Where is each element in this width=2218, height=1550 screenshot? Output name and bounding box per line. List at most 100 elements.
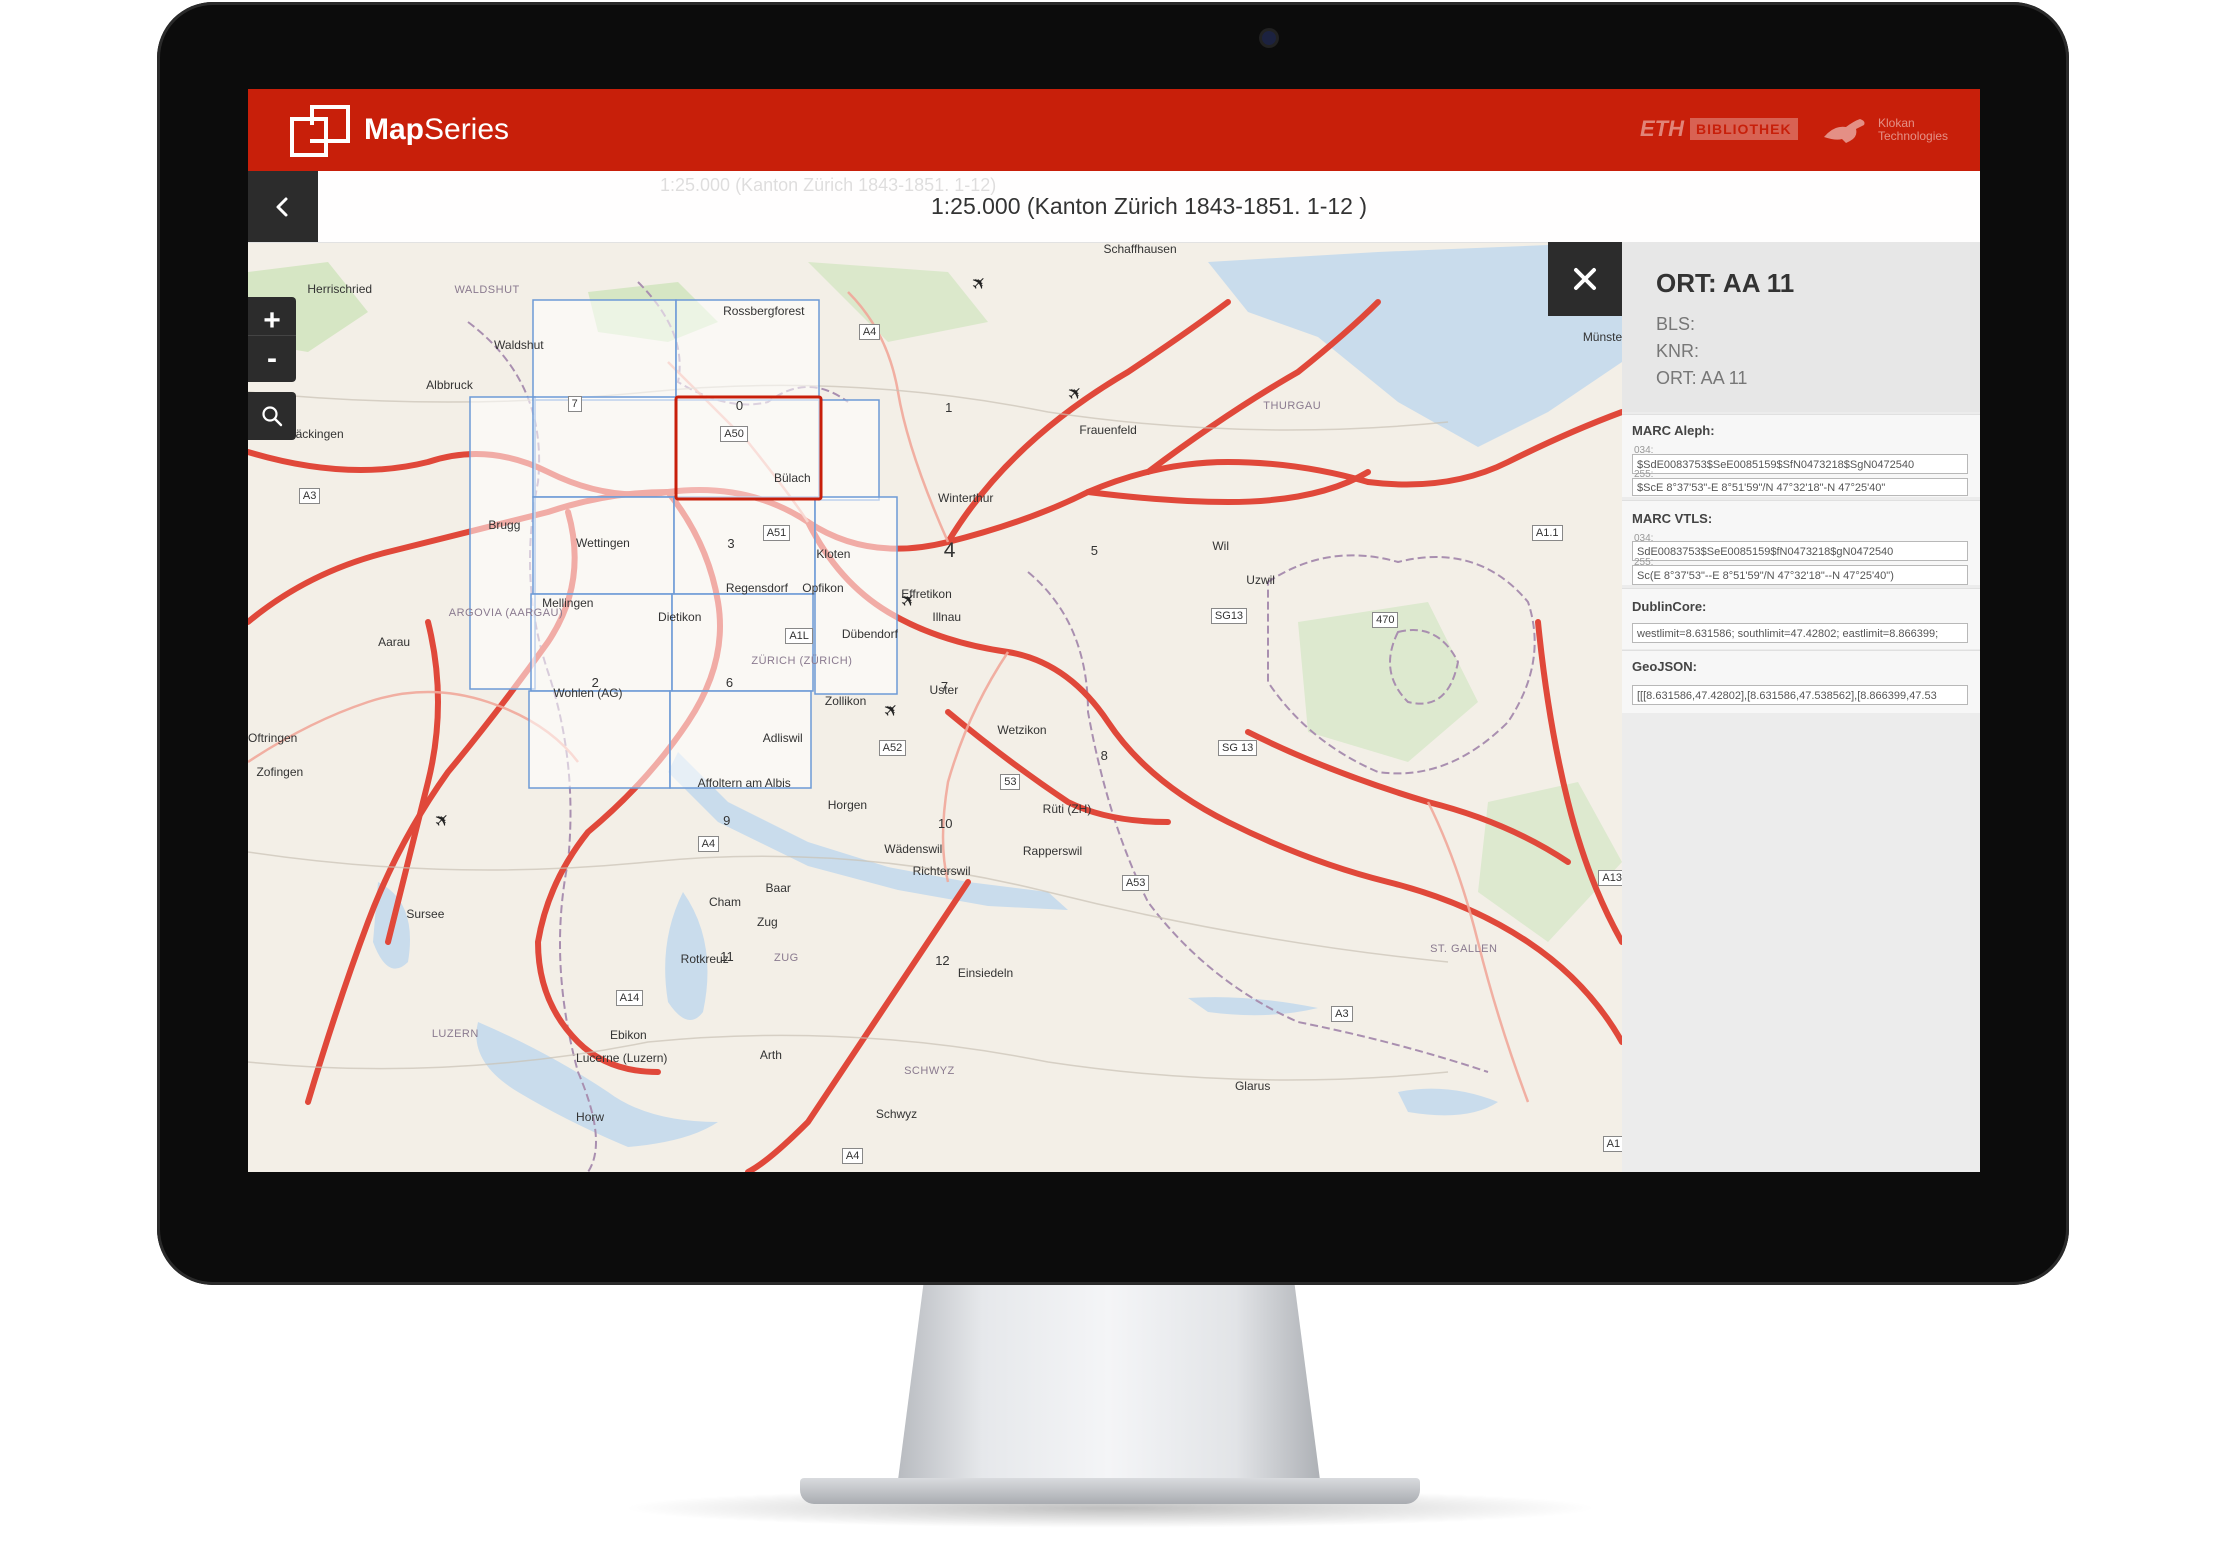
place-label: Opfikon <box>802 581 844 596</box>
sheet-2-frame <box>469 396 536 690</box>
place-label: ST. GALLEN <box>1430 943 1498 956</box>
place-label: Baar <box>765 881 791 896</box>
road-shield: A4 <box>697 835 720 852</box>
zoom-out-button[interactable]: - <box>248 335 296 382</box>
road-shield: A53 <box>1121 875 1150 892</box>
place-label: Uzwil <box>1246 572 1275 587</box>
place-label: Dübendorf <box>841 626 898 641</box>
place-label: ZUG <box>774 951 799 964</box>
sheet-6-label[interactable]: 6 <box>726 675 733 690</box>
meta-bls: BLS: <box>1656 314 1696 334</box>
sheet-9-label[interactable]: 9 <box>723 813 730 828</box>
sheet-12-label[interactable]: 12 <box>935 953 949 968</box>
map-viewport[interactable]: 0123456789101112 SchaffhausenMeersburgHe… <box>248 242 1622 1172</box>
close-icon <box>1574 268 1596 290</box>
klokan-line-2: Technologies <box>1878 129 1949 143</box>
place-label: Wädenswil <box>884 841 943 856</box>
place-label: Zofingen <box>256 765 304 780</box>
geojson-section: GeoJSON: [[[8.631586,47.42802],[8.631586… <box>1622 650 1980 713</box>
geojson-field[interactable]: [[[8.631586,47.42802],[8.631586,47.53856… <box>1632 685 1968 705</box>
place-label: Sursee <box>406 906 445 921</box>
place-label: Glarus <box>1234 1079 1271 1094</box>
place-label: Frauenfeld <box>1079 422 1137 437</box>
dublin-core-label: DublinCore: <box>1632 599 1707 614</box>
place-label: LUZERN <box>431 1028 479 1041</box>
sheet-0-frame <box>532 299 677 401</box>
detail-panel: ORT: AA 11 BLS: KNR: ORT: AA 11 MARC Ale… <box>1622 242 1980 1172</box>
sheet-5-label[interactable]: 5 <box>1091 543 1098 558</box>
panel-header: ORT: AA 11 BLS: KNR: ORT: AA 11 <box>1622 242 1980 412</box>
monitor-mockup: 0123456789101112 SchaffhausenMeersburgHe… <box>0 0 2218 1550</box>
road-shield: A4 <box>858 324 881 340</box>
place-label: Mellingen <box>542 595 594 610</box>
app-logo[interactable]: MapSeries <box>364 111 509 149</box>
place-label: Herrischried <box>307 281 373 296</box>
eth-library-logo[interactable]: ETH BIBLIOTHEK <box>1640 116 1798 141</box>
app-header: MapSeries ETH BIBLIOTHEK Klokan Technologi… <box>248 89 1980 171</box>
sheet-3-label[interactable]: 3 <box>727 536 734 551</box>
sheet-4-label[interactable]: 4 <box>944 539 956 563</box>
place-label: Adliswil <box>762 731 803 746</box>
sheet-11-frame <box>528 690 671 789</box>
monitor-stand-base <box>800 1478 1420 1504</box>
marc-vtls-255-field[interactable]: Sc(E 8°37'53"--E 8°51'59"/N 47°32'18"--N… <box>1632 565 1968 585</box>
place-label: Einsiedeln <box>957 965 1014 980</box>
search-icon <box>262 406 283 427</box>
road-shield: A1.1 <box>1531 524 1563 541</box>
logo-text-bold: Map <box>364 113 424 146</box>
road-shield: A3 <box>298 488 321 505</box>
dublin-core-field[interactable]: westlimit=8.631586; southlimit=47.42802;… <box>1632 623 1968 643</box>
place-label: Wil <box>1212 538 1230 553</box>
title-bar: 1:25.000 (Kanton Zürich 1843-1851. 1-12)… <box>248 171 1980 243</box>
place-label: Brugg <box>488 517 521 532</box>
place-label: Bülach <box>774 471 811 486</box>
search-button[interactable] <box>248 392 296 440</box>
sheet-10-label[interactable]: 10 <box>938 816 952 831</box>
panel-title: ORT: AA 11 <box>1656 268 1795 298</box>
place-label: Albbruck <box>426 377 473 392</box>
sheet-7-frame <box>673 496 816 595</box>
place-label: Zug <box>757 915 778 930</box>
road-shield: A4 <box>841 1148 864 1165</box>
back-button[interactable] <box>248 171 318 242</box>
place-label: Dietikon <box>658 609 702 624</box>
place-label: Rüti (ZH) <box>1042 801 1092 816</box>
place-label: Lucerne (Luzern) <box>576 1050 668 1065</box>
camera-icon <box>1262 31 1276 45</box>
sheet-0-label[interactable]: 0 <box>736 398 743 413</box>
place-label: Waldshut <box>494 338 544 353</box>
marc-aleph-255-field[interactable]: $ScE 8°37'53"-E 8°51'59"/N 47°32'18"-N 4… <box>1632 478 1968 496</box>
place-label: Zollikon <box>824 694 867 709</box>
place-label: SCHWYZ <box>904 1064 955 1077</box>
road-shield: A14 <box>615 990 644 1006</box>
dublin-core-section: DublinCore: westlimit=8.631586; southlim… <box>1622 588 1980 649</box>
road-shield: A1L <box>785 628 813 645</box>
eth-label: ETH <box>1640 116 1684 141</box>
marc-aleph-034-field[interactable]: $SdE0083753$SeE0085159$SfN0473218$SgN047… <box>1632 454 1968 474</box>
road-shield: SG13 <box>1210 608 1248 625</box>
meta-knr: KNR: <box>1656 341 1700 361</box>
road-shield: A52 <box>878 739 907 756</box>
sheet-5-frame <box>818 399 880 501</box>
place-label: Wettingen <box>576 536 630 551</box>
place-label: THURGAU <box>1263 400 1322 413</box>
mapseries-logo-icon <box>290 105 350 157</box>
marc-vtls-034-field[interactable]: SdE0083753$SeE0085159$fN0473218$gN047254… <box>1632 541 1968 561</box>
meta-ort: ORT: AA 11 <box>1656 368 1748 388</box>
close-panel-button[interactable] <box>1548 242 1622 316</box>
marc-aleph-section: MARC Aleph: 034: $SdE0083753$SeE0085159$… <box>1622 414 1980 497</box>
sheet-3-frame <box>532 396 677 498</box>
kangaroo-icon <box>1824 119 1865 143</box>
marc-vtls-section: MARC VTLS: 034: SdE0083753$SeE0085159$fN… <box>1622 500 1980 585</box>
eth-library-label: BIBLIOTHEK <box>1690 118 1798 140</box>
place-label: Münsterlingen <box>1582 329 1622 344</box>
road-shield: A50 <box>720 425 748 442</box>
place-label: Arth <box>759 1047 782 1062</box>
road-shield: A13 <box>1598 869 1622 886</box>
klokan-logo[interactable]: Klokan Technologies <box>1820 113 1956 147</box>
place-label: Affoltern am Albis <box>697 776 791 791</box>
place-label: Illnau <box>932 609 962 624</box>
sheet-1-label[interactable]: 1 <box>945 400 952 415</box>
sheet-8-label[interactable]: 8 <box>1101 748 1108 763</box>
road-shield: A1 <box>1602 1135 1622 1152</box>
